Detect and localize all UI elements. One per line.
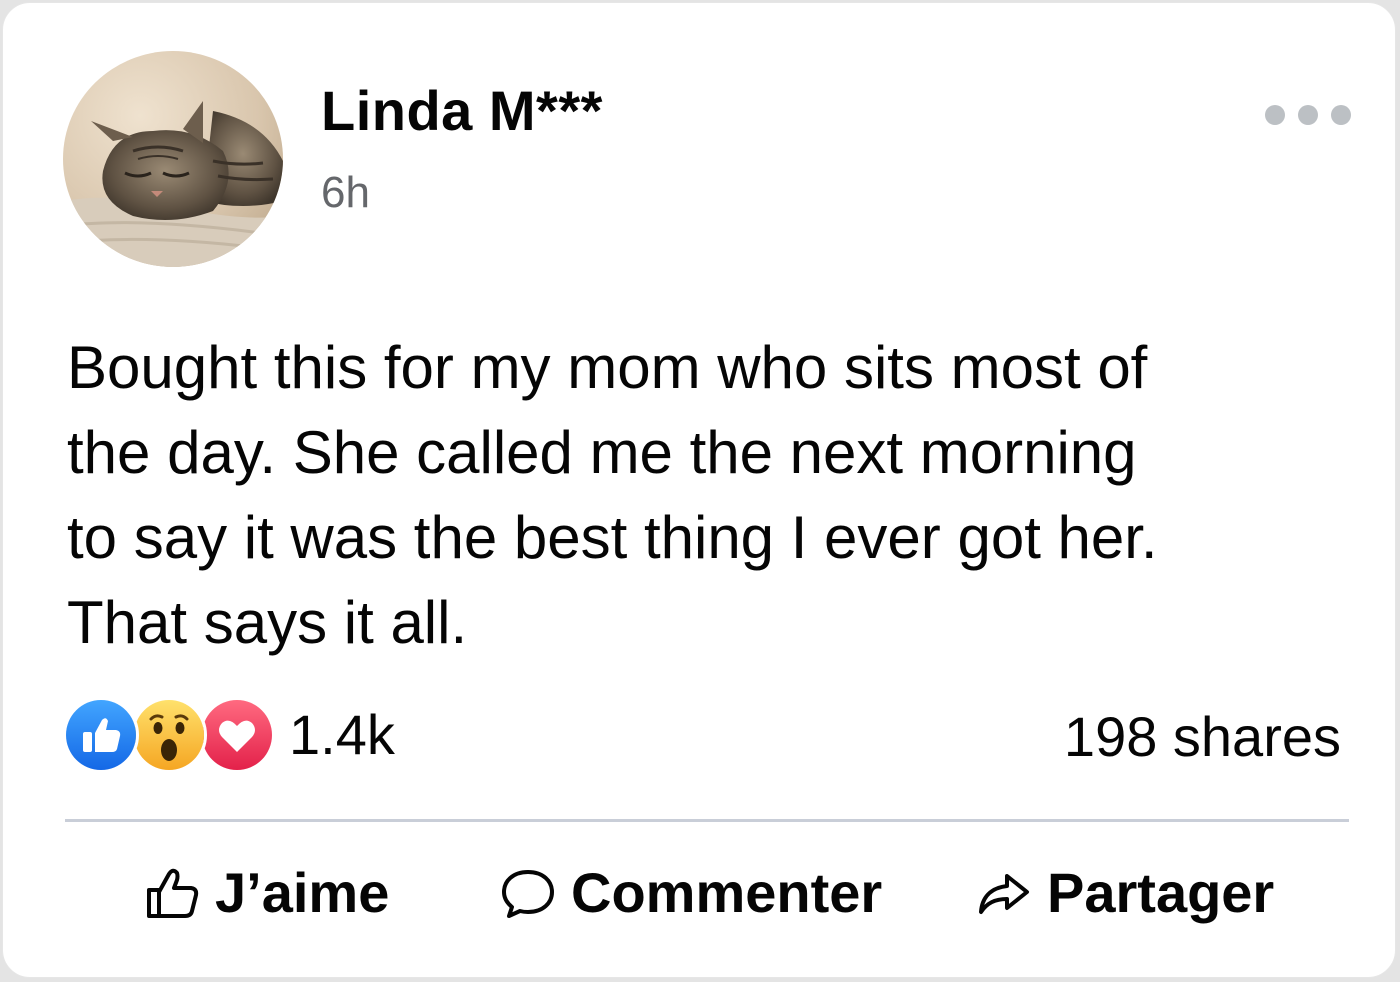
post-text-line: the day. She called me the next morning — [67, 419, 1137, 486]
shares-count[interactable]: 198 shares — [1064, 709, 1341, 765]
wow-reaction-icon — [131, 697, 207, 773]
like-button[interactable]: J’aime — [143, 858, 389, 928]
love-reaction-icon — [199, 697, 275, 773]
post-text: Bought this for my mom who sits most of … — [67, 325, 1367, 665]
like-reaction-icon — [63, 697, 139, 773]
more-options-icon — [1331, 105, 1351, 125]
comment-button[interactable]: Commenter — [499, 858, 882, 928]
cat-photo-avatar — [63, 51, 283, 267]
thumbs-up-outline-icon — [143, 864, 201, 922]
post-card: Linda M*** 6h Bought this for my mom who… — [2, 2, 1396, 978]
post-text-line: Bought this for my mom who sits most of — [67, 334, 1148, 401]
share-button[interactable]: Partager — [975, 858, 1274, 928]
post-text-line: That says it all. — [67, 589, 468, 656]
author-name[interactable]: Linda M*** — [321, 83, 603, 139]
more-options-icon — [1298, 105, 1318, 125]
comment-label: Commenter — [571, 861, 883, 924]
divider — [65, 819, 1349, 822]
post-timestamp[interactable]: 6h — [321, 171, 370, 215]
author-avatar[interactable] — [63, 51, 283, 267]
reaction-count: 1.4k — [289, 703, 395, 766]
post-text-line: to say it was the best thing I ever got … — [67, 504, 1158, 571]
comment-bubble-icon — [499, 864, 557, 922]
like-label: J’aime — [215, 861, 390, 924]
more-options-button[interactable] — [1265, 95, 1351, 135]
more-options-icon — [1265, 105, 1285, 125]
share-label: Partager — [1047, 861, 1275, 924]
reactions-summary[interactable]: 1.4k — [63, 697, 395, 773]
share-arrow-icon — [975, 864, 1033, 922]
